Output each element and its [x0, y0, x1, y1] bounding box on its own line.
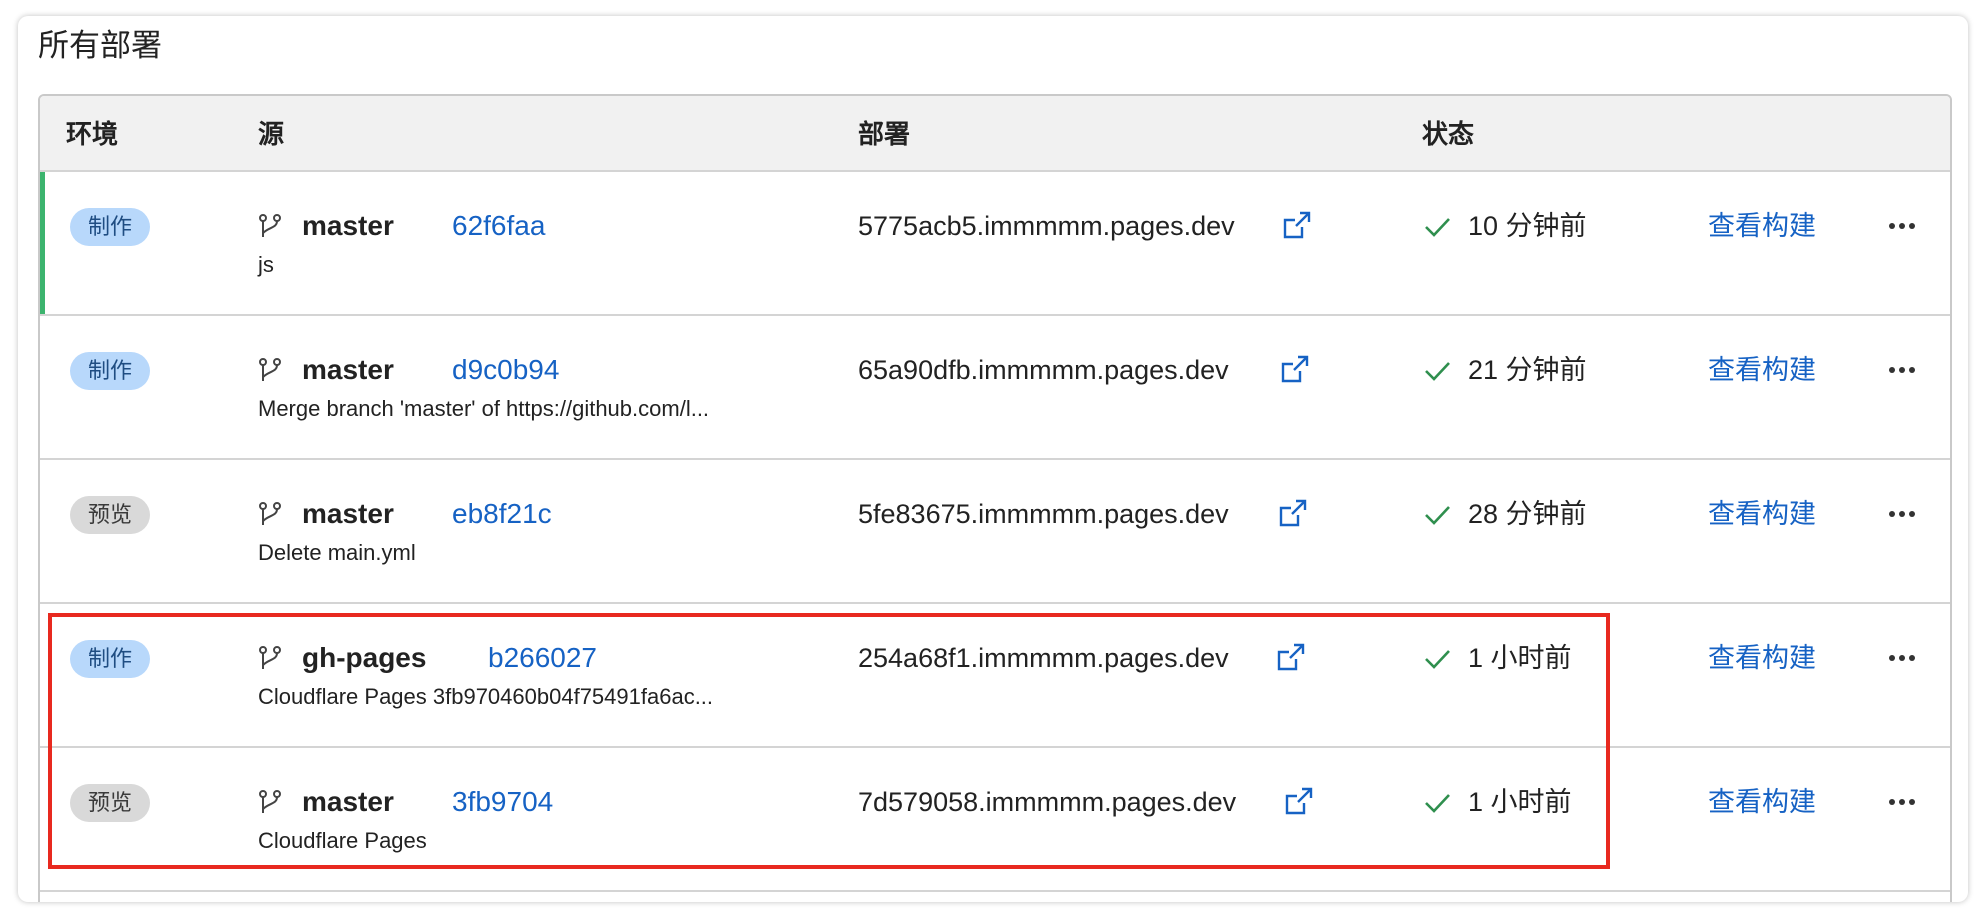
status-text: 1 小时前 — [1468, 787, 1572, 817]
git-branch-icon — [258, 357, 282, 383]
page-title: 所有部署 — [38, 28, 162, 63]
check-icon — [1422, 790, 1452, 816]
branch-name: gh-pages — [302, 642, 427, 673]
status-text: 28 分钟前 — [1468, 499, 1587, 529]
git-branch-icon — [258, 213, 282, 239]
view-build-link[interactable]: 查看构建 — [1708, 638, 1816, 678]
deployment-url: 5775acb5.immmmm.pages.dev — [858, 211, 1235, 241]
deployments-table: 环境 源 部署 状态 制作 master 62f6faa js 5775acb5… — [38, 94, 1952, 902]
check-icon — [1422, 358, 1452, 384]
branch-name: master — [302, 786, 394, 817]
view-build-link[interactable]: 查看构建 — [1708, 782, 1816, 822]
column-header-deployment: 部署 — [858, 119, 911, 149]
git-branch-icon — [258, 501, 282, 527]
commit-link[interactable]: d9c0b94 — [452, 350, 559, 390]
deployment-url: 254a68f1.immmmm.pages.dev — [858, 643, 1229, 673]
screenshot-canvas: 所有部署 环境 源 部署 状态 制作 master 62f6faa js 577… — [0, 0, 1986, 920]
table-row: 制作 gh-pages b266027 Cloudflare Pages 3fb… — [40, 604, 1950, 748]
commit-message: Cloudflare Pages — [258, 828, 427, 853]
external-link-icon[interactable] — [1278, 498, 1308, 528]
commit-message: Cloudflare Pages 3fb970460b04f75491fa6ac… — [258, 684, 714, 709]
table-row: 预览 master 3fb9704 Cloudflare Pages 7d579… — [40, 748, 1950, 892]
environment-badge: 制作 — [70, 640, 150, 678]
more-options-icon[interactable] — [1882, 354, 1922, 386]
check-icon — [1422, 214, 1452, 240]
view-build-link[interactable]: 查看构建 — [1708, 494, 1816, 534]
branch-name: master — [302, 210, 394, 241]
commit-link[interactable]: 3fb9704 — [452, 782, 553, 822]
view-build-link[interactable]: 查看构建 — [1708, 350, 1816, 390]
column-header-environment: 环境 — [66, 119, 119, 149]
status-text: 10 分钟前 — [1468, 211, 1587, 241]
commit-link[interactable]: b266027 — [488, 638, 597, 678]
commit-message: Delete main.yml — [258, 540, 416, 565]
status-text: 1 小时前 — [1468, 643, 1572, 673]
commit-link[interactable]: eb8f21c — [452, 494, 552, 534]
deployments-card: 所有部署 环境 源 部署 状态 制作 master 62f6faa js 577… — [18, 16, 1968, 902]
column-header-source: 源 — [258, 119, 285, 149]
branch-name: master — [302, 498, 394, 529]
column-header-status: 状态 — [1422, 119, 1475, 149]
more-options-icon[interactable] — [1882, 210, 1922, 242]
environment-badge: 制作 — [70, 352, 150, 390]
check-icon — [1422, 646, 1452, 672]
git-branch-icon — [258, 789, 282, 815]
commit-message: Merge branch 'master' of https://github.… — [258, 396, 710, 421]
commit-message: js — [258, 252, 274, 277]
table-row: 预览 master eb8f21c Delete main.yml 5fe836… — [40, 460, 1950, 604]
deployment-url: 65a90dfb.immmmm.pages.dev — [858, 355, 1229, 385]
external-link-icon[interactable] — [1276, 642, 1306, 672]
table-row: 制作 master d9c0b94 Merge branch 'master' … — [40, 316, 1950, 460]
more-options-icon[interactable] — [1882, 786, 1922, 818]
deployment-url: 5fe83675.immmmm.pages.dev — [858, 499, 1229, 529]
status-text: 21 分钟前 — [1468, 355, 1587, 385]
check-icon — [1422, 502, 1452, 528]
deployment-url: 7d579058.immmmm.pages.dev — [858, 787, 1237, 817]
external-link-icon[interactable] — [1284, 786, 1314, 816]
more-options-icon[interactable] — [1882, 642, 1922, 674]
git-branch-icon — [258, 645, 282, 671]
environment-badge: 制作 — [70, 208, 150, 246]
view-build-link[interactable]: 查看构建 — [1708, 206, 1816, 246]
external-link-icon[interactable] — [1282, 210, 1312, 240]
environment-badge: 预览 — [70, 784, 150, 822]
more-options-icon[interactable] — [1882, 498, 1922, 530]
table-header: 环境 源 部署 状态 — [40, 96, 1950, 172]
external-link-icon[interactable] — [1280, 354, 1310, 384]
commit-link[interactable]: 62f6faa — [452, 206, 545, 246]
branch-name: master — [302, 354, 394, 385]
table-row: 制作 master 62f6faa js 5775acb5.immmmm.pag… — [40, 172, 1950, 316]
environment-badge: 预览 — [70, 496, 150, 534]
